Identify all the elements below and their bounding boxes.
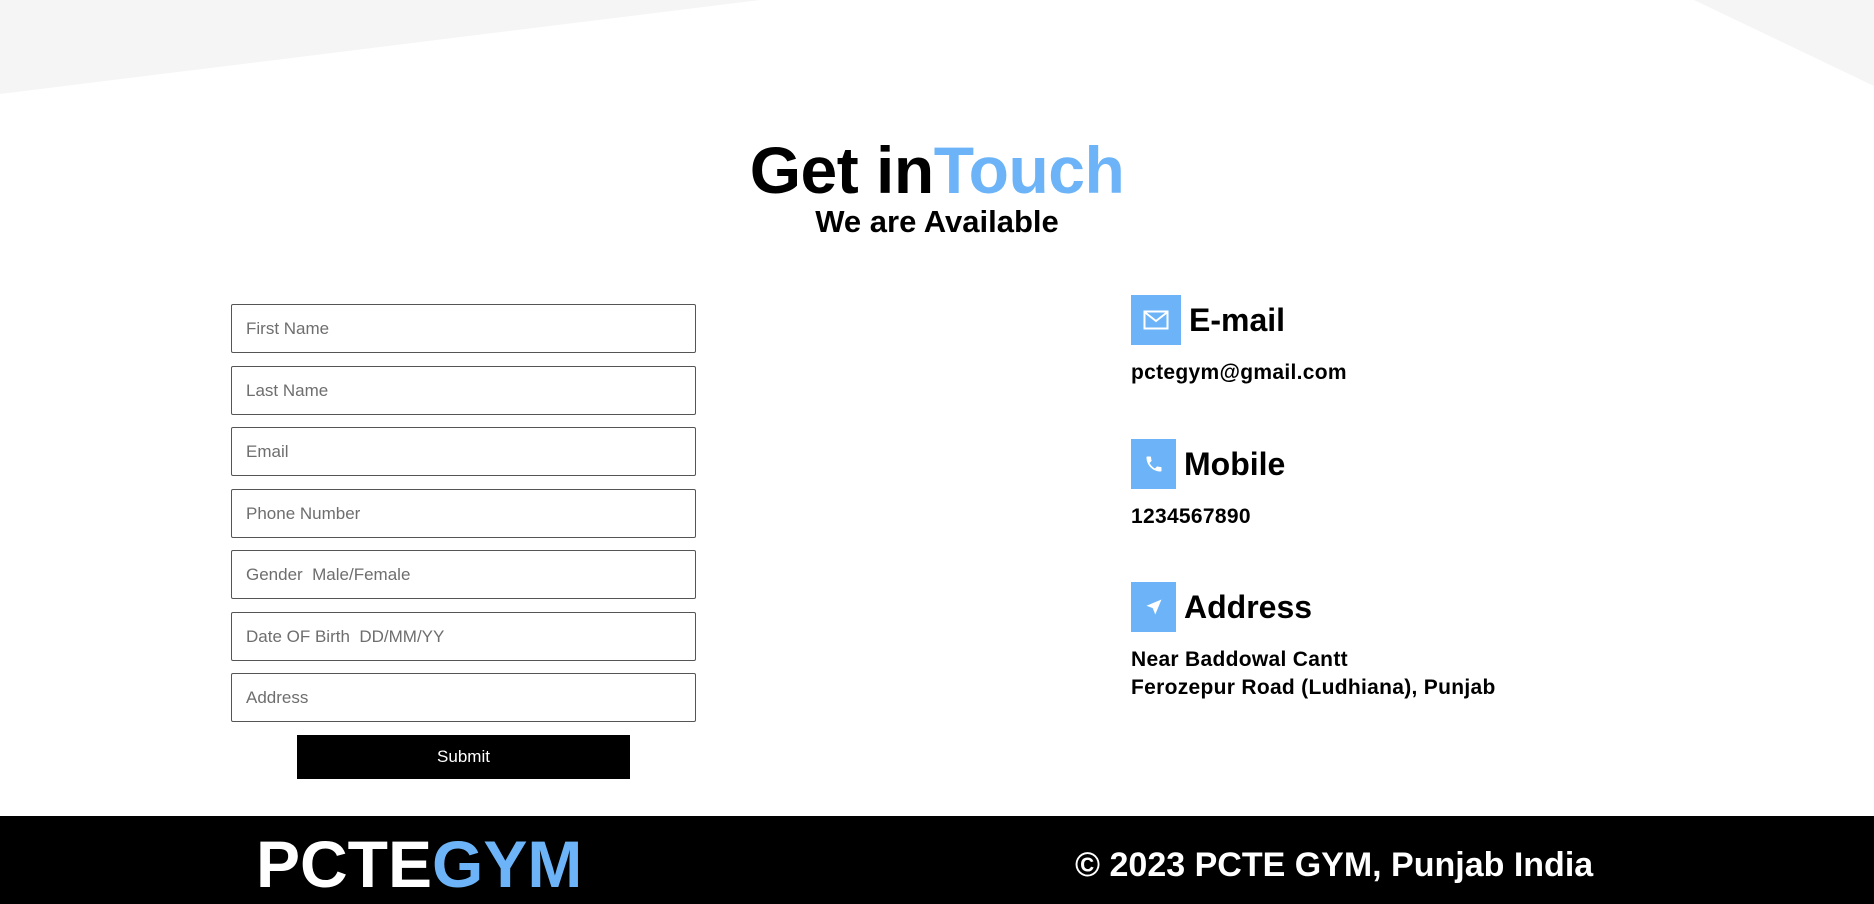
- email-label: E-mail: [1189, 301, 1286, 338]
- footer-brand-logo: PCTEGYM: [256, 826, 582, 902]
- brand-gym: GYM: [432, 827, 583, 901]
- title-touch: Touch: [933, 133, 1125, 207]
- footer: PCTEGYM © 2023 PCTE GYM, Punjab India: [0, 816, 1874, 904]
- background-shape: [0, 0, 1874, 94]
- contact-mobile: Mobile 1234567890: [1131, 439, 1285, 531]
- address-label: Address: [1184, 588, 1313, 625]
- address-value: Near Baddowal Cantt Ferozepur Road (Ludh…: [1131, 646, 1496, 702]
- dob-input[interactable]: [231, 612, 696, 661]
- envelope-icon: [1131, 295, 1181, 345]
- page-title: Get inTouch: [0, 132, 1874, 208]
- title-get-in: Get in: [749, 133, 935, 207]
- phone-icon: [1131, 439, 1176, 489]
- last-name-input[interactable]: [231, 366, 696, 415]
- page-subtitle: We are Available: [815, 204, 1059, 239]
- gender-input[interactable]: [231, 550, 696, 599]
- brand-pcte: PCTE: [256, 827, 433, 901]
- contact-address: Address Near Baddowal Cantt Ferozepur Ro…: [1131, 582, 1496, 702]
- footer-copyright: © 2023 PCTE GYM, Punjab India: [1075, 846, 1594, 884]
- phone-input[interactable]: [231, 489, 696, 538]
- contact-email: E-mail pctegym@gmail.com: [1131, 295, 1347, 387]
- address-line-1: Near Baddowal Cantt: [1131, 648, 1348, 671]
- address-input[interactable]: [231, 673, 696, 722]
- section-heading: Get inTouch We are Available: [0, 132, 1874, 240]
- location-arrow-icon: [1131, 582, 1176, 632]
- mobile-label: Mobile: [1184, 445, 1286, 482]
- address-line-2: Ferozepur Road (Ludhiana), Punjab: [1131, 676, 1496, 699]
- email-value: pctegym@gmail.com: [1131, 361, 1347, 384]
- email-input[interactable]: [231, 427, 696, 476]
- mobile-value: 1234567890: [1131, 505, 1251, 528]
- first-name-input[interactable]: [231, 304, 696, 353]
- submit-button[interactable]: Submit: [297, 735, 630, 779]
